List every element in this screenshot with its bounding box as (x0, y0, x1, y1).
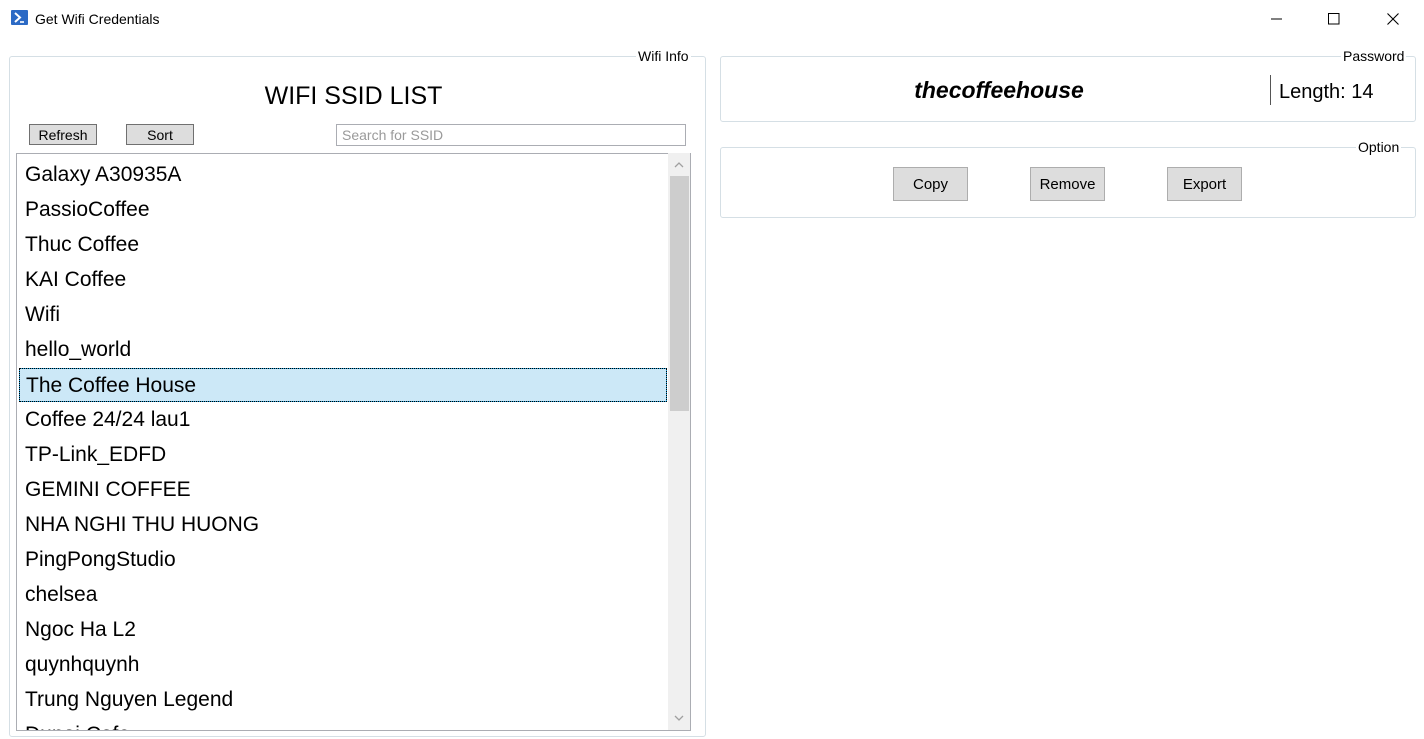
chevron-down-icon (674, 715, 684, 721)
ssid-search-input[interactable] (336, 124, 686, 146)
ssid-list-item[interactable]: PassioCoffee (19, 193, 667, 227)
scroll-thumb[interactable] (670, 176, 689, 411)
window-title: Get Wifi Credentials (35, 11, 160, 27)
password-divider (1270, 75, 1271, 105)
sort-button[interactable]: Sort (126, 124, 194, 145)
ssid-listbox[interactable]: Galaxy A30935A PassioCoffee Thuc Coffee KAI… (16, 153, 691, 731)
minimize-button[interactable] (1248, 0, 1306, 38)
option-group-title: Option (1356, 139, 1402, 155)
close-button[interactable] (1364, 0, 1422, 38)
ssid-list-item[interactable]: The Coffee House (19, 368, 667, 402)
maximize-icon (1328, 13, 1340, 25)
copy-button[interactable]: Copy (893, 167, 968, 201)
password-group-title: Password (1341, 48, 1407, 64)
maximize-button[interactable] (1305, 0, 1363, 38)
remove-button[interactable]: Remove (1030, 167, 1105, 201)
ssid-list-item[interactable]: Galaxy A30935A (19, 158, 667, 192)
chevron-up-icon (674, 162, 684, 168)
ssid-list-item[interactable]: Thuc Coffee (19, 228, 667, 262)
ssid-list-item[interactable]: Ngoc Ha L2 (19, 613, 667, 647)
ssid-list-item[interactable]: Trung Nguyen Legend (19, 683, 667, 717)
ssid-list-item[interactable]: TP-Link_EDFD (19, 438, 667, 472)
password-value: thecoffeehouse (914, 77, 1084, 103)
scroll-down-button[interactable] (668, 708, 690, 728)
wifi-info-group-title: Wifi Info (636, 48, 691, 64)
ssid-list-item[interactable]: Wifi (19, 298, 667, 332)
password-length: Length: 14 (1279, 81, 1374, 103)
scroll-up-button[interactable] (668, 155, 690, 175)
ssid-list-item[interactable]: Coffee 24/24 lau1 (19, 403, 667, 437)
ssid-list-item[interactable]: NHA NGHI THU HUONG (19, 508, 667, 542)
ssid-list-item[interactable]: chelsea (19, 578, 667, 612)
powershell-icon (11, 10, 28, 25)
minimize-icon (1271, 18, 1282, 20)
refresh-button[interactable]: Refresh (29, 124, 97, 145)
ssid-list-item[interactable]: GEMINI COFFEE (19, 473, 667, 507)
close-icon (1387, 13, 1399, 25)
ssid-list-item[interactable]: hello_world (19, 333, 667, 367)
export-button[interactable]: Export (1167, 167, 1242, 201)
ssid-list-scrollbar[interactable] (668, 153, 690, 730)
ssid-list-item[interactable]: PingPongStudio (19, 543, 667, 577)
title-bar: Get Wifi Credentials (0, 0, 1424, 38)
ssid-list-item[interactable]: KAI Coffee (19, 263, 667, 297)
ssid-list-heading: WIFI SSID LIST (264, 82, 443, 110)
ssid-list-item[interactable]: Dunai Cafe (19, 718, 667, 730)
ssid-list-item[interactable]: quynhquynh (19, 648, 667, 682)
